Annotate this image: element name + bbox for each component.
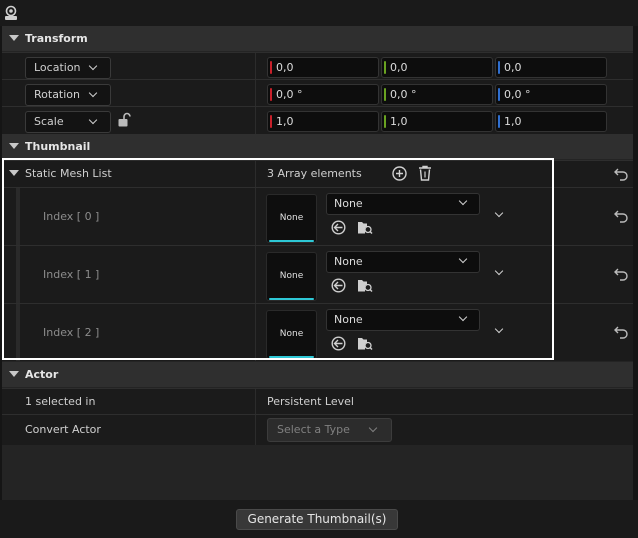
rotation-z-field[interactable]: 0,0 °: [495, 84, 607, 105]
trash-icon[interactable]: [418, 165, 432, 181]
browse-folder-icon[interactable]: [357, 219, 373, 235]
location-x-field[interactable]: 0,0: [267, 57, 379, 78]
use-selected-icon[interactable]: [331, 220, 346, 235]
mesh-thumbnail[interactable]: None: [266, 310, 317, 359]
transform-section-header[interactable]: Transform: [2, 26, 633, 51]
scale-mode-dropdown[interactable]: Scale: [25, 111, 111, 133]
rotation-y-field[interactable]: 0,0 °: [381, 84, 493, 105]
mesh-thumbnail[interactable]: None: [266, 252, 317, 301]
asset-picker-dropdown[interactable]: None: [326, 193, 480, 215]
collapse-arrow-icon[interactable]: [9, 35, 19, 41]
chevron-down-icon: [458, 254, 468, 264]
chevron-down-icon: [458, 196, 468, 206]
location-row: Location 0,0 0,0 0,0: [2, 52, 633, 80]
array-element-row: Index [ 0 ] None None: [2, 187, 633, 246]
mesh-thumbnail[interactable]: None: [266, 194, 317, 243]
top-bar: [0, 0, 638, 26]
array-element-row: Index [ 2 ] None None: [2, 303, 633, 361]
location-y-field[interactable]: 0,0: [381, 57, 493, 78]
expand-chevron-icon[interactable]: [494, 208, 504, 218]
reset-arrow-icon[interactable]: [614, 267, 628, 281]
convert-type-dropdown[interactable]: Select a Type: [267, 418, 392, 442]
selected-in-row: 1 selected in Persistent Level: [2, 388, 633, 415]
generate-thumbnails-button[interactable]: Generate Thumbnail(s): [236, 509, 398, 530]
convert-actor-row: Convert Actor Select a Type: [2, 414, 633, 445]
chevron-down-icon: [368, 423, 378, 433]
reset-arrow-icon[interactable]: [614, 325, 628, 339]
collapse-arrow-icon[interactable]: [9, 143, 19, 149]
expand-arrow-icon[interactable]: [9, 170, 19, 176]
add-element-icon[interactable]: [392, 166, 407, 181]
chevron-down-icon: [458, 312, 468, 322]
asset-picker-dropdown[interactable]: None: [326, 251, 480, 273]
thumbnail-section-header[interactable]: Thumbnail: [2, 134, 633, 159]
scale-row: Scale 1,0 1,0 1,0: [2, 106, 633, 134]
location-z-field[interactable]: 0,0: [495, 57, 607, 78]
rotation-row: Rotation 0,0 ° 0,0 ° 0,0 °: [2, 79, 633, 107]
scale-x-field[interactable]: 1,0: [267, 111, 379, 132]
reset-arrow-icon[interactable]: [614, 209, 628, 223]
footer-bar: Generate Thumbnail(s): [0, 500, 638, 538]
use-selected-icon[interactable]: [331, 278, 346, 293]
unlock-icon[interactable]: [117, 112, 131, 128]
reset-arrow-icon[interactable]: [614, 167, 628, 181]
scale-y-field[interactable]: 1,0: [381, 111, 493, 132]
actor-section-header[interactable]: Actor: [2, 362, 633, 387]
chevron-down-icon: [88, 61, 98, 71]
location-mode-dropdown[interactable]: Location: [25, 57, 111, 79]
array-element-row: Index [ 1 ] None None: [2, 245, 633, 304]
chevron-down-icon: [88, 115, 98, 125]
browse-folder-icon[interactable]: [357, 277, 373, 293]
scale-z-field[interactable]: 1,0: [495, 111, 607, 132]
rotation-mode-dropdown[interactable]: Rotation: [25, 84, 111, 106]
expand-chevron-icon[interactable]: [494, 324, 504, 334]
chevron-down-icon: [88, 88, 98, 98]
expand-chevron-icon[interactable]: [494, 266, 504, 276]
asset-picker-dropdown[interactable]: None: [326, 309, 480, 331]
static-mesh-list-row: Static Mesh List 3 Array elements: [2, 160, 633, 187]
rotation-x-field[interactable]: 0,0 °: [267, 84, 379, 105]
actor-icon[interactable]: [4, 5, 18, 21]
use-selected-icon[interactable]: [331, 336, 346, 351]
browse-folder-icon[interactable]: [357, 335, 373, 351]
collapse-arrow-icon[interactable]: [9, 371, 19, 377]
